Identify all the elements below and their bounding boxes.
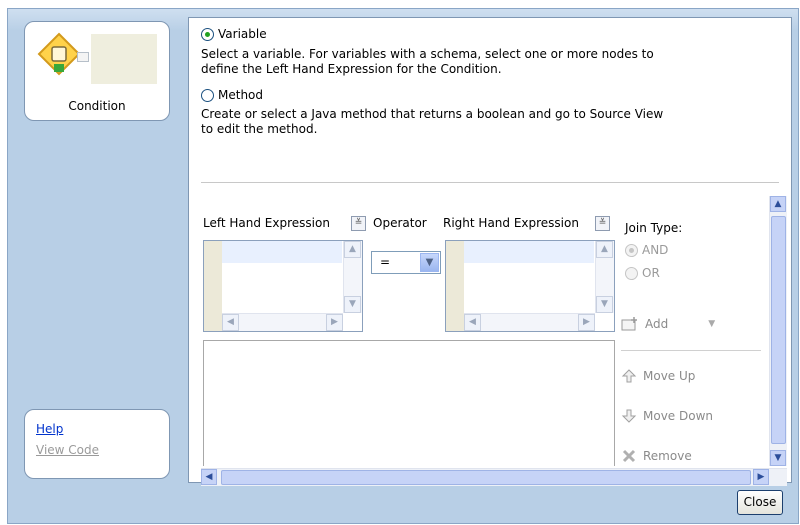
condition-card[interactable]: Condition (24, 21, 170, 121)
and-radio-option[interactable]: AND (625, 243, 668, 257)
scroll-up-icon[interactable]: ▲ (770, 196, 786, 212)
condition-diamond-icon (37, 32, 81, 76)
scroll-down-icon[interactable]: ▼ (770, 450, 786, 466)
condition-editor-panel: Variable Select a variable. For variable… (188, 17, 792, 486)
links-card: Help View Code (24, 409, 170, 479)
chevron-down-icon[interactable]: ▼ (420, 253, 439, 272)
chevron-down-icon[interactable]: ▼ (708, 319, 715, 329)
or-radio-option[interactable]: OR (625, 266, 660, 280)
method-radio-label: Method (218, 88, 264, 102)
scroll-down-icon[interactable]: ▼ (596, 296, 613, 313)
add-icon (621, 317, 637, 331)
remove-button[interactable]: Remove (621, 448, 692, 464)
view-code-link[interactable]: View Code (36, 443, 99, 457)
separator (201, 182, 779, 183)
move-up-button[interactable]: Move Up (621, 368, 695, 384)
scroll-thumb[interactable] (771, 216, 786, 444)
and-radio[interactable] (625, 243, 638, 257)
scroll-right-icon[interactable]: ▶ (578, 314, 595, 331)
variable-radio-label: Variable (218, 27, 267, 41)
right-list-hscroll[interactable]: ◀ ▶ (464, 313, 595, 331)
left-expression-menu-button[interactable]: ≚ (351, 216, 366, 231)
close-button[interactable]: Close (737, 490, 783, 515)
panel-vertical-scrollbar[interactable]: ▲ ▼ (769, 196, 787, 466)
right-expression-menu-button[interactable]: ≚ (595, 216, 610, 231)
list-row[interactable] (222, 241, 342, 263)
list-row[interactable] (464, 241, 594, 263)
join-type-label: Join Type: (625, 221, 683, 235)
conditions-list[interactable] (203, 340, 615, 466)
actions-divider (621, 350, 761, 351)
scroll-down-icon[interactable]: ▼ (344, 296, 361, 313)
move-up-label: Move Up (643, 369, 696, 383)
scroll-left-icon[interactable]: ◀ (222, 314, 239, 331)
method-radio[interactable] (201, 88, 214, 102)
add-button[interactable]: Add ▼ (621, 316, 715, 332)
expression-scroll-area: Left Hand Expression ≚ ▲ ▼ ◀ ▶ Operator … (201, 196, 779, 466)
variable-description: Select a variable. For variables with a … (201, 47, 654, 76)
right-expression-list[interactable]: ▲ ▼ ◀ ▶ (445, 240, 615, 332)
or-radio-label: OR (642, 266, 660, 280)
condition-label: Condition (68, 99, 126, 113)
variable-radio-option[interactable]: Variable (201, 27, 267, 41)
scroll-right-icon[interactable]: ▶ (326, 314, 343, 331)
condition-dialog: Condition Help View Code Variable Select… (7, 8, 799, 524)
variable-radio[interactable] (201, 27, 214, 41)
operator-label: Operator (373, 216, 427, 230)
arrow-down-icon (621, 409, 637, 423)
arrow-up-icon (621, 369, 637, 383)
or-radio[interactable] (625, 266, 638, 280)
footer-bar (8, 477, 798, 525)
scroll-up-icon[interactable]: ▲ (596, 241, 613, 258)
left-expression-list[interactable]: ▲ ▼ ◀ ▶ (203, 240, 363, 332)
scroll-up-icon[interactable]: ▲ (344, 241, 361, 258)
add-label: Add (645, 317, 669, 331)
operator-select[interactable]: = ▼ (371, 251, 441, 274)
remove-x-icon (622, 449, 636, 463)
operator-value: = (380, 255, 391, 269)
method-description: Create or select a Java method that retu… (201, 107, 664, 136)
left-list-vscroll[interactable]: ▲ ▼ (343, 241, 362, 313)
condition-preview (91, 34, 157, 84)
connector-icon (77, 52, 89, 62)
remove-label: Remove (643, 449, 692, 463)
scroll-left-icon[interactable]: ◀ (464, 314, 481, 331)
right-expression-label: Right Hand Expression (443, 216, 579, 230)
method-radio-option[interactable]: Method (201, 88, 263, 102)
left-list-hscroll[interactable]: ◀ ▶ (222, 313, 343, 331)
right-list-vscroll[interactable]: ▲ ▼ (595, 241, 614, 313)
and-radio-label: AND (642, 243, 669, 257)
move-down-label: Move Down (643, 409, 713, 423)
left-expression-label: Left Hand Expression (203, 216, 330, 230)
move-down-button[interactable]: Move Down (621, 408, 713, 424)
help-link[interactable]: Help (36, 422, 63, 436)
